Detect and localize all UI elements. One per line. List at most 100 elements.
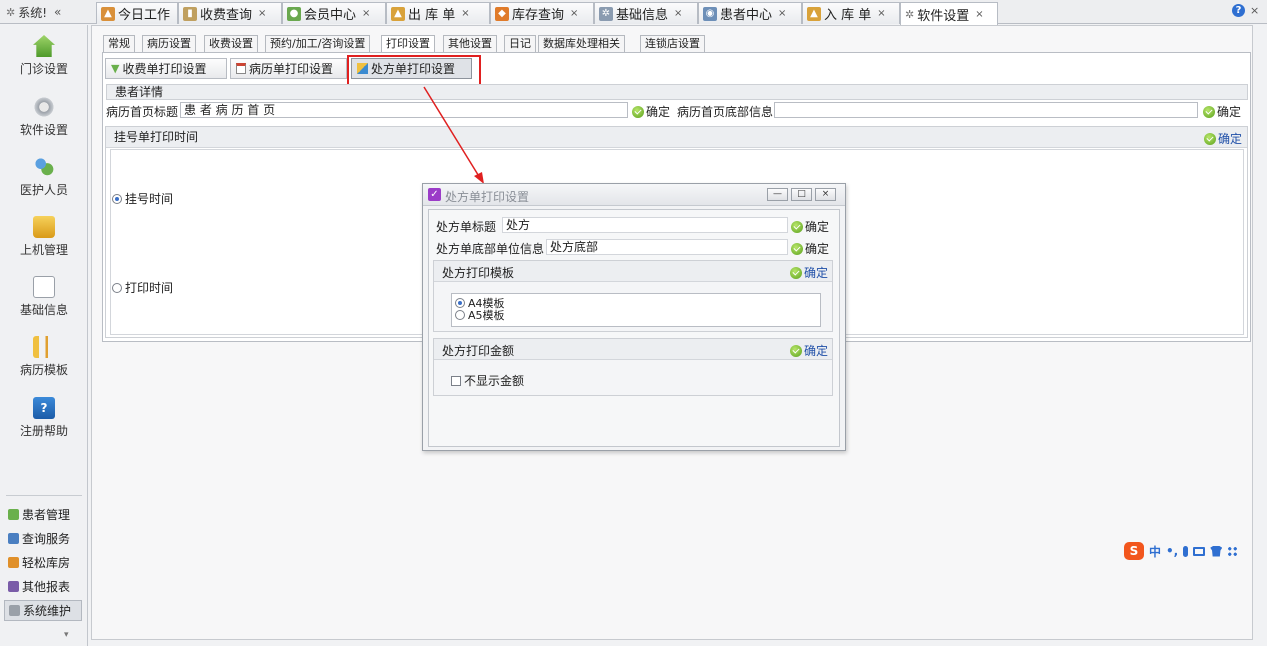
radio-registration-time[interactable]: 挂号时间 — [112, 190, 173, 207]
close-icon[interactable]: × — [877, 8, 885, 19]
close-icon[interactable]: × — [461, 8, 469, 19]
tab-chain-store[interactable]: 连锁店设置 — [640, 35, 705, 52]
subtab-receipt-print[interactable]: ▼ 收费单打印设置 — [105, 58, 227, 79]
help-book-icon: ? — [33, 397, 55, 419]
tab-diary[interactable]: 日记 — [504, 35, 536, 52]
record-title-confirm-button[interactable]: 确定 — [632, 103, 670, 120]
gears-icon — [33, 96, 55, 118]
expand-nav-icon[interactable]: ▾ — [64, 630, 69, 640]
close-icon[interactable]: × — [975, 9, 983, 20]
tab-stock-in[interactable]: ▲ 入 库 单 × — [802, 2, 900, 24]
radio-a5-template[interactable]: A5模板 — [455, 310, 505, 322]
tab-today-work[interactable]: ▲ 今日工作 — [96, 2, 178, 24]
prescription-title-confirm-button[interactable]: 确定 — [791, 218, 829, 235]
dialog-close-button[interactable]: × — [815, 188, 836, 201]
record-title-label: 病历首页标题 — [106, 105, 179, 119]
group-title: 处方打印金额 — [442, 344, 515, 358]
tab-label: 入 库 单 — [824, 8, 872, 23]
radio-print-time[interactable]: 打印时间 — [112, 279, 173, 296]
nav-label: 系统维护 — [23, 604, 72, 618]
tab-basic-info[interactable]: ✲ 基础信息 × — [594, 2, 698, 24]
dialog-title: 处方单打印设置 — [445, 190, 530, 204]
microphone-icon[interactable] — [1183, 545, 1189, 557]
punctuation-toggle[interactable]: •, — [1166, 544, 1178, 558]
record-title-input[interactable]: 患 者 病 历 首 页 — [180, 102, 628, 118]
hide-amount-checkbox[interactable]: 不显示金额 — [451, 372, 524, 389]
confirm-label: 确定 — [1218, 132, 1243, 146]
confirm-label: 确定 — [804, 344, 829, 358]
dialog-titlebar[interactable]: ✓ 处方单打印设置 — □ × — [423, 184, 845, 206]
toolbox-grid-icon[interactable] — [1227, 545, 1239, 557]
tab-database[interactable]: 数据库处理相关 — [538, 35, 625, 52]
sidebar-item-label: 上机管理 — [19, 243, 68, 257]
annotation-arrow — [423, 86, 484, 184]
system-menu[interactable]: ✲ 系统! « — [6, 4, 61, 20]
subtab-record-print[interactable]: 病历单打印设置 — [230, 58, 347, 79]
sogou-logo-icon[interactable]: S — [1124, 542, 1144, 560]
stock-query-icon: ◆ — [495, 6, 509, 21]
nav-other-reports[interactable]: 其他报表 — [4, 576, 82, 597]
tab-label: 库存查询 — [512, 8, 565, 23]
close-all-icon[interactable]: × — [1250, 4, 1259, 17]
tab-record-settings[interactable]: 病历设置 — [142, 35, 196, 52]
minimize-button[interactable]: — — [767, 188, 788, 201]
help-icon[interactable]: ? — [1232, 4, 1245, 17]
tab-print-settings[interactable]: 打印设置 — [381, 35, 435, 53]
template-group: 处方打印模板 确定 A4模板 A5模板 — [433, 260, 833, 332]
close-icon[interactable]: × — [570, 8, 578, 19]
tab-appointment-settings[interactable]: 预约/加工/咨询设置 — [265, 35, 371, 52]
subtab-label: 收费单打印设置 — [122, 62, 207, 76]
close-icon[interactable]: × — [674, 8, 682, 19]
check-icon — [1204, 132, 1216, 145]
ime-mode-toggle[interactable]: 中 — [1149, 543, 1161, 560]
tab-stock-out[interactable]: ▲ 出 库 单 × — [386, 2, 490, 24]
tab-member-center[interactable]: ● 会员中心 × — [282, 2, 386, 24]
sidebar-item-label: 医护人员 — [19, 183, 68, 197]
tab-software-settings[interactable]: ✲ 软件设置 × — [900, 2, 998, 25]
close-icon[interactable]: × — [258, 8, 266, 19]
gear-icon: ✲ — [905, 7, 915, 21]
sidebar-item-label: 软件设置 — [19, 123, 68, 137]
receipt-print-icon: ▼ — [111, 62, 120, 75]
prescription-footer-input[interactable]: 处方底部 — [546, 239, 788, 255]
sidebar-item-software-settings[interactable]: 软件设置 — [0, 96, 88, 138]
nav-patient-management[interactable]: 患者管理 — [4, 504, 82, 525]
confirm-label: 确定 — [804, 266, 829, 280]
nav-system-maintenance[interactable]: 系统维护 — [4, 600, 82, 621]
tab-fee-settings[interactable]: 收费设置 — [204, 35, 258, 52]
collapse-sidebar-icon[interactable]: « — [54, 5, 61, 19]
highlight-box — [347, 55, 481, 86]
keyboard-icon[interactable] — [1193, 546, 1206, 556]
record-footer-confirm-button[interactable]: 确定 — [1203, 103, 1241, 120]
sidebar-item-clinic-settings[interactable]: 门诊设置 — [0, 35, 88, 77]
registration-time-confirm-button[interactable]: 确定 — [1204, 130, 1242, 147]
record-footer-input[interactable] — [774, 102, 1198, 118]
check-icon — [632, 105, 644, 118]
sidebar-item-basic-info[interactable]: 基础信息 — [0, 276, 88, 318]
tab-patient-center[interactable]: ◉ 患者中心 × — [698, 2, 802, 24]
tab-fee-query[interactable]: ▮ 收费查询 × — [178, 2, 282, 24]
maximize-button[interactable]: □ — [791, 188, 812, 201]
prescription-footer-confirm-button[interactable]: 确定 — [791, 240, 829, 257]
tab-general[interactable]: 常规 — [103, 35, 135, 52]
sidebar-item-record-template[interactable]: 病历模板 — [0, 336, 88, 378]
tab-label: 会员中心 — [304, 8, 357, 23]
nav-easy-warehouse[interactable]: 轻松库房 — [4, 552, 82, 573]
skin-shirt-icon[interactable] — [1210, 545, 1223, 557]
close-icon[interactable]: × — [362, 8, 370, 19]
check-icon — [1203, 105, 1215, 118]
amount-confirm-button[interactable]: 确定 — [790, 342, 828, 359]
prescription-title-input[interactable]: 处方 — [502, 217, 788, 233]
sidebar-item-medical-staff[interactable]: 医护人员 — [0, 156, 88, 198]
sidebar-item-register-help[interactable]: ? 注册帮助 — [0, 397, 88, 439]
tab-other-settings[interactable]: 其他设置 — [443, 35, 497, 52]
sidebar-item-machine-management[interactable]: 上机管理 — [0, 216, 88, 258]
sidebar-item-label: 门诊设置 — [19, 62, 68, 76]
amount-group-header: 处方打印金额 确定 — [434, 339, 832, 360]
tab-label: 出 库 单 — [408, 8, 456, 23]
nav-query-service[interactable]: 查询服务 — [4, 528, 82, 549]
tab-stock-query[interactable]: ◆ 库存查询 × — [490, 2, 594, 24]
record-print-icon — [236, 63, 246, 74]
close-icon[interactable]: × — [778, 8, 786, 19]
template-confirm-button[interactable]: 确定 — [790, 264, 828, 281]
